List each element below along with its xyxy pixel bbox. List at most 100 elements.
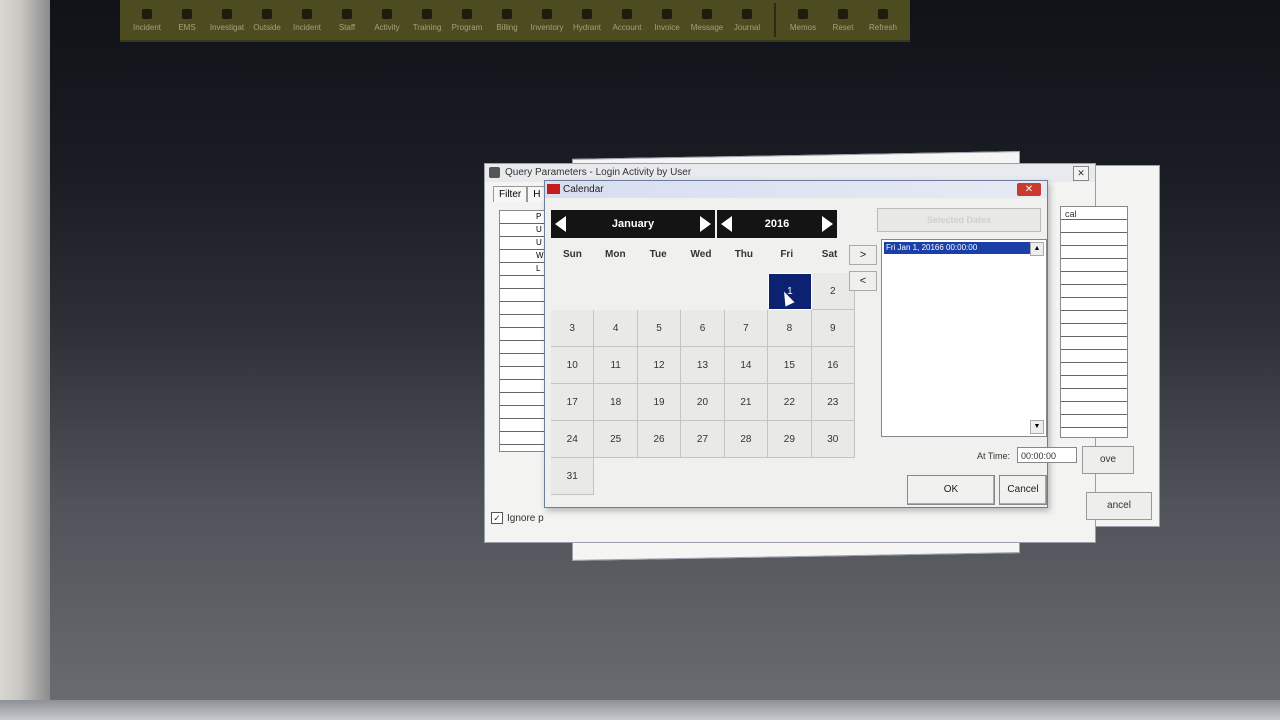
ok-button[interactable]: OK xyxy=(907,475,995,505)
day-cell[interactable]: 30 xyxy=(811,421,855,458)
grid-row[interactable] xyxy=(500,328,548,341)
toolbar-button[interactable]: Investigat xyxy=(208,2,246,38)
day-cell[interactable]: 15 xyxy=(768,347,812,384)
toolbar-button[interactable]: Journal xyxy=(728,2,766,38)
grid-row[interactable] xyxy=(500,419,548,432)
query-cancel-button[interactable]: ancel xyxy=(1086,492,1152,520)
toolbar-button[interactable]: EMS xyxy=(168,2,206,38)
next-month-arrow-icon[interactable] xyxy=(699,216,711,232)
grid-row[interactable] xyxy=(500,302,548,315)
day-cell[interactable]: 4 xyxy=(594,310,638,347)
grid-row[interactable] xyxy=(500,289,548,302)
day-cell[interactable]: 14 xyxy=(724,347,769,384)
day-cell[interactable]: 29 xyxy=(768,421,812,458)
toolbar-button[interactable]: Billing xyxy=(488,2,526,38)
day-cell[interactable]: 5 xyxy=(637,310,682,347)
add-date-button[interactable]: > xyxy=(849,245,877,265)
day-cell[interactable]: 8 xyxy=(768,310,812,347)
grid-row[interactable] xyxy=(500,276,548,289)
day-cell[interactable]: 24 xyxy=(551,421,595,458)
grid-row[interactable] xyxy=(500,432,548,445)
remove-date-button[interactable]: < xyxy=(849,271,877,291)
day-cell[interactable]: 3 xyxy=(551,310,595,347)
grid-row[interactable] xyxy=(500,315,548,328)
grid-row[interactable] xyxy=(500,393,548,406)
grid-row[interactable] xyxy=(1061,389,1127,402)
grid-row[interactable] xyxy=(500,341,548,354)
day-cell[interactable]: 16 xyxy=(811,347,855,384)
grid-row[interactable]: P xyxy=(500,211,548,224)
day-cell[interactable]: 26 xyxy=(637,421,682,458)
grid-row[interactable] xyxy=(500,354,548,367)
grid-row[interactable] xyxy=(1061,285,1127,298)
day-cell[interactable]: 10 xyxy=(551,347,595,384)
day-cell[interactable]: 12 xyxy=(637,347,682,384)
toolbar-button[interactable]: Staff xyxy=(328,2,366,38)
scroll-down-icon[interactable]: ▼ xyxy=(1030,420,1044,434)
grid-row[interactable]: U xyxy=(500,237,548,250)
day-cell[interactable]: 28 xyxy=(724,421,769,458)
day-cell[interactable]: 23 xyxy=(811,384,855,421)
at-time-input[interactable]: 00:00:00 xyxy=(1017,447,1077,463)
grid-row[interactable] xyxy=(1061,311,1127,324)
day-cell[interactable]: 22 xyxy=(768,384,812,421)
grid-row[interactable] xyxy=(1061,324,1127,337)
grid-row[interactable] xyxy=(500,445,548,451)
day-cell[interactable]: 19 xyxy=(637,384,682,421)
next-year-arrow-icon[interactable] xyxy=(821,216,833,232)
ignore-checkbox[interactable]: ✓ xyxy=(491,512,503,524)
day-cell[interactable]: 21 xyxy=(724,384,769,421)
grid-row[interactable] xyxy=(1061,363,1127,376)
grid-row[interactable] xyxy=(1061,233,1127,246)
day-cell[interactable]: 25 xyxy=(594,421,638,458)
grid-row[interactable] xyxy=(500,367,548,380)
ignore-checkbox-row[interactable]: ✓ Ignore p xyxy=(491,512,544,524)
toolbar-button[interactable]: Incident xyxy=(288,2,326,38)
right-values-grid[interactable]: cal xyxy=(1060,206,1128,438)
grid-row[interactable]: L xyxy=(500,263,548,276)
grid-row[interactable] xyxy=(1061,376,1127,389)
grid-row[interactable] xyxy=(1061,272,1127,285)
grid-row[interactable] xyxy=(500,406,548,419)
toolbar-button[interactable]: Reset xyxy=(824,2,862,38)
toolbar-button[interactable]: Refresh xyxy=(864,2,902,38)
parameters-grid[interactable]: PUUWL xyxy=(499,210,549,452)
grid-row[interactable] xyxy=(1061,428,1127,437)
grid-row[interactable]: U xyxy=(500,224,548,237)
day-cell[interactable]: 31 xyxy=(551,458,595,495)
cancel-button[interactable]: Cancel xyxy=(999,475,1047,505)
grid-row[interactable] xyxy=(1061,259,1127,272)
selected-dates-list[interactable]: Fri Jan 1, 20166 00:00:00 ▲ ▼ xyxy=(881,239,1047,437)
grid-row[interactable] xyxy=(1061,337,1127,350)
close-button[interactable]: ✕ xyxy=(1073,166,1089,181)
toolbar-button[interactable]: Outside xyxy=(248,2,286,38)
toolbar-button[interactable]: Message xyxy=(688,2,726,38)
day-cell[interactable]: 7 xyxy=(724,310,769,347)
day-cell[interactable]: 13 xyxy=(681,347,725,384)
tab-filter[interactable]: Filter xyxy=(493,186,528,202)
grid-row[interactable] xyxy=(1061,298,1127,311)
toolbar-button[interactable]: Inventory xyxy=(528,2,566,38)
day-cell[interactable]: 18 xyxy=(594,384,638,421)
toolbar-button[interactable]: Activity xyxy=(368,2,406,38)
toolbar-button[interactable]: Hydrant xyxy=(568,2,606,38)
calendar-close-button[interactable]: ✕ xyxy=(1017,183,1041,196)
toolbar-button[interactable]: Account xyxy=(608,2,646,38)
toolbar-button[interactable]: Incident xyxy=(128,2,166,38)
day-cell[interactable]: 11 xyxy=(594,347,638,384)
day-cell[interactable]: 27 xyxy=(681,421,725,458)
toolbar-button[interactable]: Invoice xyxy=(648,2,686,38)
grid-row[interactable] xyxy=(500,380,548,393)
grid-row[interactable] xyxy=(1061,415,1127,428)
day-cell[interactable]: 17 xyxy=(551,384,595,421)
toolbar-button[interactable]: Memos xyxy=(784,2,822,38)
grid-row[interactable] xyxy=(1061,220,1127,233)
prev-year-arrow-icon[interactable] xyxy=(721,216,732,232)
grid-row[interactable]: W xyxy=(500,250,548,263)
grid-row[interactable] xyxy=(1061,402,1127,415)
day-cell[interactable]: 9 xyxy=(811,310,855,347)
prev-month-arrow-icon[interactable] xyxy=(555,216,566,232)
grid-row[interactable] xyxy=(1061,350,1127,363)
scroll-up-icon[interactable]: ▲ xyxy=(1030,242,1044,256)
selected-date-item[interactable]: Fri Jan 1, 20166 00:00:00 xyxy=(884,242,1030,254)
